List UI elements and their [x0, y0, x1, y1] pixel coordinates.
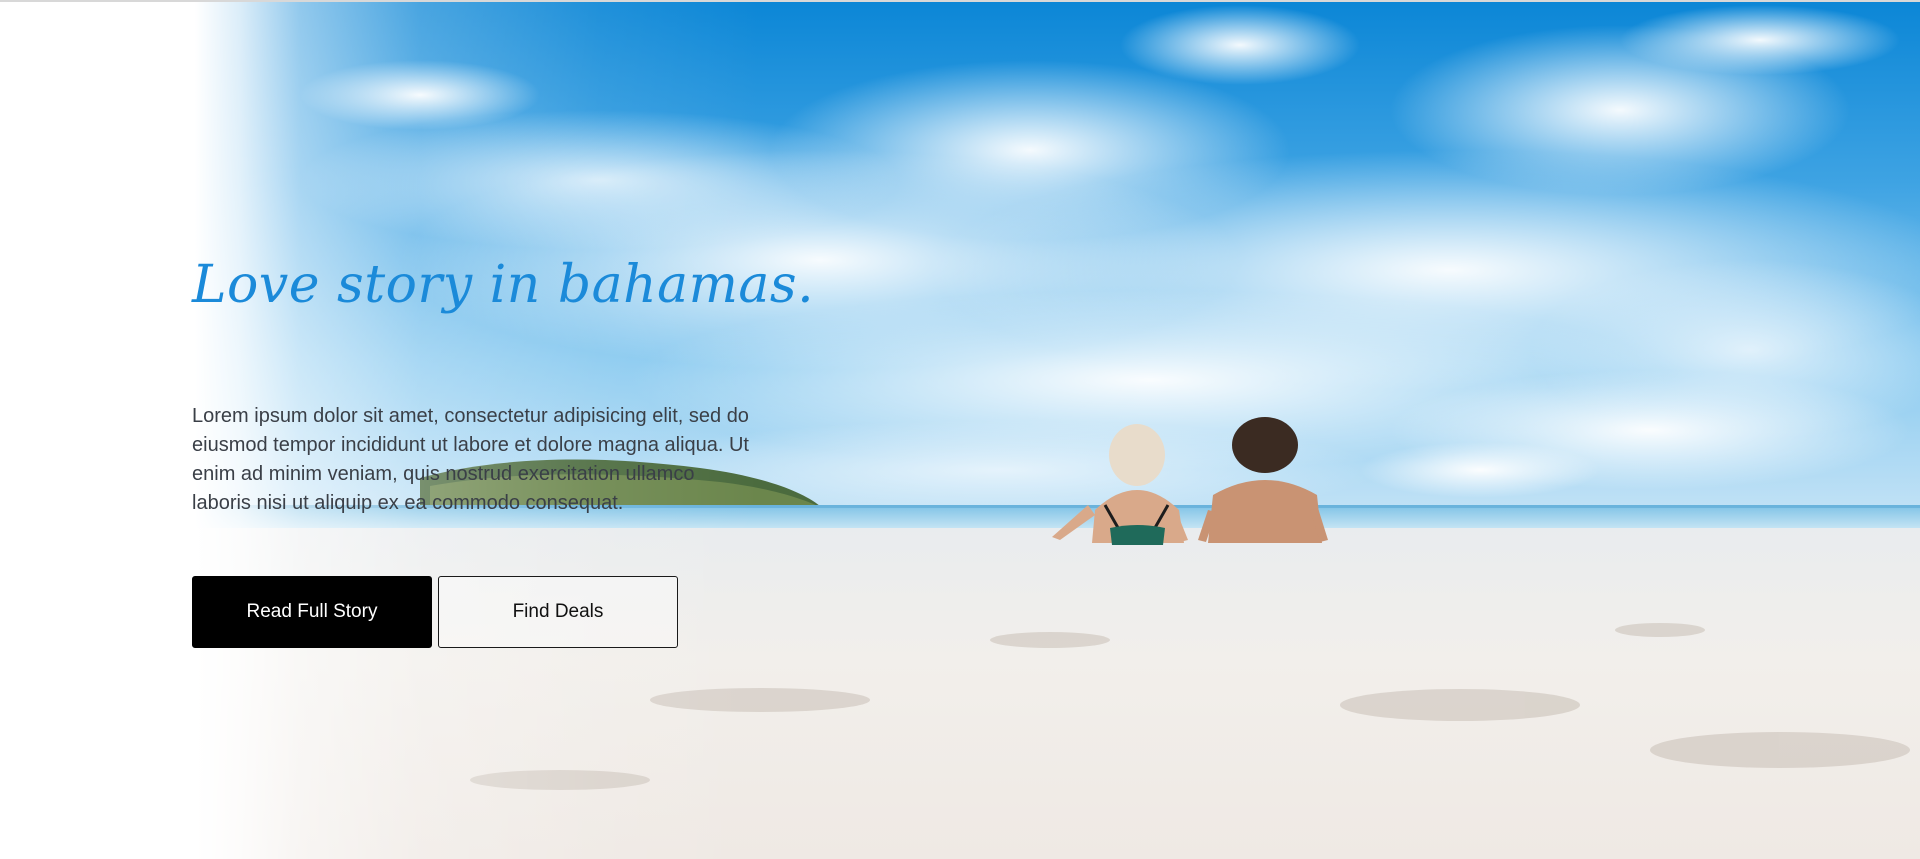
find-deals-button[interactable]: Find Deals: [438, 576, 678, 648]
read-full-story-button[interactable]: Read Full Story: [192, 576, 432, 648]
hero-button-row: Read Full Story Find Deals: [192, 576, 678, 648]
hero-content: Love story in bahamas. Lorem ipsum dolor…: [192, 0, 814, 859]
hero-intro-text: Lorem ipsum dolor sit amet, consectetur …: [192, 405, 749, 514]
hero-headline: Love story in bahamas.: [192, 255, 815, 315]
top-border: [0, 0, 1920, 2]
hero-section: Love story in bahamas. Lorem ipsum dolor…: [0, 0, 1920, 859]
